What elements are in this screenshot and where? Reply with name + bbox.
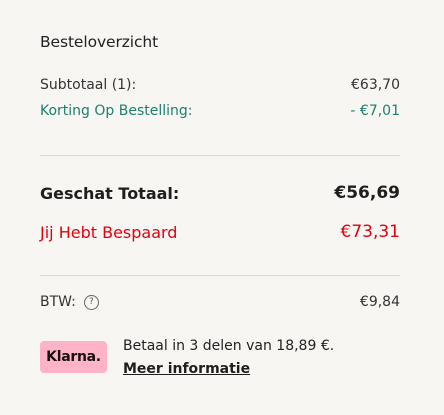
divider bbox=[40, 275, 400, 276]
klarna-logo: Klarna. bbox=[40, 341, 107, 373]
klarna-installments-text: Betaal in 3 delen van 18,89 €. bbox=[123, 338, 335, 354]
savings-label: Jij Hebt Bespaard bbox=[40, 222, 178, 242]
estimated-total-value: €56,69 bbox=[334, 183, 400, 203]
subtotal-label: Subtotaal (1): bbox=[40, 77, 137, 93]
vat-label: BTW: bbox=[40, 294, 76, 310]
discount-value: - €7,01 bbox=[350, 103, 400, 119]
vat-row: BTW: ? €9,84 bbox=[40, 294, 400, 310]
vat-value: €9,84 bbox=[359, 294, 400, 310]
divider bbox=[40, 155, 400, 156]
subtotal-row: Subtotaal (1): €63,70 bbox=[40, 77, 400, 93]
order-summary-panel: Besteloverzicht Subtotaal (1): €63,70 Ko… bbox=[40, 0, 400, 415]
klarna-info: Betaal in 3 delen van 18,89 €. Meer info… bbox=[123, 336, 334, 379]
estimated-total-row: Geschat Totaal: €56,69 bbox=[40, 183, 400, 203]
estimated-total-label: Geschat Totaal: bbox=[40, 183, 180, 203]
more-info-link[interactable]: Meer informatie bbox=[123, 359, 250, 379]
vat-label-group: BTW: ? bbox=[40, 294, 99, 310]
klarna-section: Klarna. Betaal in 3 delen van 18,89 €. M… bbox=[40, 336, 400, 386]
order-summary-title: Besteloverzicht bbox=[40, 33, 159, 51]
discount-label: Korting Op Bestelling: bbox=[40, 103, 193, 119]
savings-row: Jij Hebt Bespaard €73,31 bbox=[40, 222, 400, 242]
savings-value: €73,31 bbox=[340, 222, 400, 242]
info-icon[interactable]: ? bbox=[83, 294, 99, 310]
subtotal-value: €63,70 bbox=[351, 77, 400, 93]
discount-row: Korting Op Bestelling: - €7,01 bbox=[40, 103, 400, 119]
